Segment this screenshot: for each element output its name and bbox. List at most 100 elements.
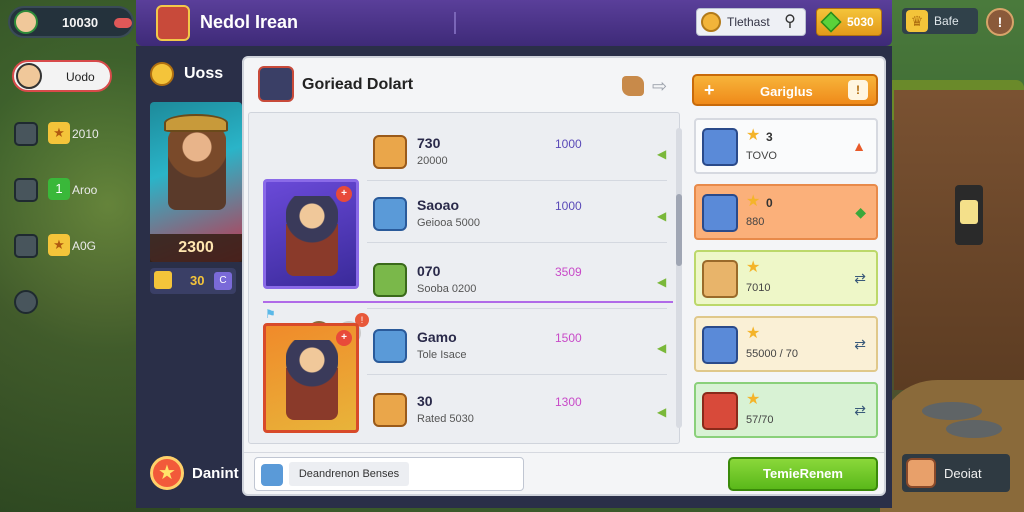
more-options-icon[interactable] xyxy=(114,18,132,28)
shop-button[interactable]: + Gariglus ! xyxy=(692,74,878,106)
chevron-right-icon[interactable]: ◀ xyxy=(657,147,666,161)
reward-sub: 57/70 xyxy=(746,414,774,426)
chevron-right-icon[interactable]: ◀ xyxy=(657,341,666,355)
arrow-icon[interactable]: ◆ xyxy=(855,204,866,221)
item-name: 30 xyxy=(417,393,433,409)
hero-header: Uoss xyxy=(150,62,223,86)
chevron-right-icon[interactable]: ◀ xyxy=(657,209,666,223)
hero-portrait-icon xyxy=(156,5,190,41)
item-sub: Tole Isace xyxy=(417,349,467,361)
crown-value: Bafe xyxy=(934,14,959,28)
player-avatar xyxy=(906,458,936,488)
reward-count: 0 xyxy=(766,196,773,210)
hero-card[interactable]: 2300 xyxy=(150,102,242,262)
dialog-footer: Deandrenon Benses TemieRenem xyxy=(244,452,884,496)
swap-icon[interactable]: ⇄ xyxy=(854,270,866,287)
side-nav-item[interactable]: 1 Aroo xyxy=(12,176,132,206)
list-item[interactable]: 070 Sooba 0200 3509 ◀ xyxy=(367,253,667,309)
reward-card[interactable]: ★ 55000 / 70 ⇄ xyxy=(694,316,878,372)
item-cost: 1500 xyxy=(555,331,582,345)
hero-level-value: 30 xyxy=(190,273,205,288)
hero-thumb xyxy=(702,194,738,232)
reward-sub: TOVO xyxy=(746,150,777,162)
info-icon[interactable]: ! xyxy=(848,80,868,100)
star-icon: ★ xyxy=(746,391,761,408)
list-item[interactable]: Gamo Tole Isace 1500 ◀ xyxy=(367,319,667,375)
title-divider xyxy=(454,12,456,34)
hero-column: Uoss 2300 30 C ★ Danint xyxy=(136,56,242,506)
profile-label: Uodo xyxy=(66,70,95,84)
search-icon xyxy=(261,464,283,486)
swap-icon[interactable]: ⇄ xyxy=(854,336,866,353)
hero-list: + 730 20000 1000 ◀ Saoao Geiooa 5000 100… xyxy=(248,112,680,444)
player-resource-hud[interactable]: 10030 xyxy=(8,6,134,38)
side-nav-label: Aroo xyxy=(72,183,98,197)
bottom-right-hud[interactable]: Deoiat xyxy=(902,454,1010,492)
side-nav-item[interactable]: ★ A0G xyxy=(12,232,132,262)
profile-pill[interactable]: Uodo xyxy=(12,60,112,92)
list-item[interactable]: 30 Rated 5030 1300 ◀ xyxy=(367,383,667,439)
item-icon xyxy=(373,263,407,297)
item-icon xyxy=(373,135,407,169)
hero-thumb xyxy=(702,392,738,430)
gems-counter[interactable]: 5030 xyxy=(816,8,882,36)
reward-sub: 880 xyxy=(746,216,765,228)
star-icon: ★ xyxy=(746,193,761,210)
search-icon[interactable]: ⚲ xyxy=(779,11,801,33)
flag-icon: ⚑ xyxy=(265,307,276,321)
crown-counter[interactable]: ♛ Bafe xyxy=(902,8,978,34)
hero-card-featured[interactable]: + xyxy=(263,323,359,433)
search-input[interactable]: Deandrenon Benses xyxy=(254,457,524,491)
reward-card[interactable]: ★ 7010 ⇄ xyxy=(694,250,878,306)
search-box[interactable]: Tlethast ⚲ xyxy=(696,8,806,36)
chevron-right-icon[interactable]: ◀ xyxy=(657,405,666,419)
reward-card[interactable]: ★ 3 TOVO ▲ xyxy=(694,118,878,174)
list-scrollbar[interactable] xyxy=(676,128,682,428)
chest-icon xyxy=(14,234,38,258)
up-arrow-icon[interactable]: ▲ xyxy=(852,138,866,154)
hand-icon[interactable] xyxy=(622,76,644,96)
hero-header-label: Uoss xyxy=(184,65,224,83)
reward-card[interactable]: ★ 0 880 ◆ xyxy=(694,184,878,240)
lantern-glow xyxy=(960,200,978,224)
coin-icon xyxy=(701,12,721,32)
confirm-button[interactable]: TemieRenem xyxy=(728,457,878,491)
page-title: Nedol Irean xyxy=(200,12,299,32)
player-avatar[interactable] xyxy=(14,10,38,34)
hero-bottom-action[interactable]: ★ Danint xyxy=(150,456,250,492)
resource-value: 10030 xyxy=(62,15,99,30)
side-nav-item[interactable]: ★ 2010 xyxy=(12,120,132,150)
item-cost: 1000 xyxy=(555,199,582,213)
exit-button[interactable]: ! xyxy=(986,8,1014,36)
side-nav: Uodo ★ 2010 1 Aroo ★ A0G xyxy=(0,52,136,332)
side-nav-item[interactable] xyxy=(12,288,132,318)
search-input-value: Deandrenon Benses xyxy=(289,462,409,486)
hero-figure xyxy=(286,340,338,420)
search-label: Tlethast xyxy=(727,15,770,29)
star-icon: ★ xyxy=(746,325,761,342)
arrow-right-icon[interactable]: ⇨ xyxy=(652,76,667,97)
reward-card[interactable]: ★ 57/70 ⇄ xyxy=(694,382,878,438)
hero-thumb xyxy=(702,128,738,166)
item-name: Gamo xyxy=(417,329,457,345)
hero-hat xyxy=(164,114,228,132)
coin-icon xyxy=(150,62,174,86)
chevron-right-icon[interactable]: ◀ xyxy=(657,275,666,289)
gem-icon xyxy=(820,11,842,33)
side-nav-label: A0G xyxy=(72,239,97,253)
swap-icon[interactable]: ⇄ xyxy=(854,402,866,419)
hero-figure xyxy=(168,120,226,210)
item-icon xyxy=(373,197,407,231)
reward-count: 3 xyxy=(766,130,773,144)
scrollbar-thumb[interactable] xyxy=(676,194,682,266)
list-item[interactable]: 730 20000 1000 ◀ xyxy=(367,125,667,181)
rock xyxy=(922,402,982,420)
rewards-column: + Gariglus ! ★ 3 TOVO ▲ ★ 0 880 ◆ ★ 7010… xyxy=(692,74,880,454)
profile-avatar xyxy=(16,63,42,89)
alert-badge: + xyxy=(336,186,352,202)
hero-card-featured[interactable]: + xyxy=(263,179,359,289)
list-item[interactable]: Saoao Geiooa 5000 1000 ◀ xyxy=(367,187,667,243)
reward-sub: 55000 / 70 xyxy=(746,348,798,360)
plus-icon: + xyxy=(704,80,715,100)
banner-icon xyxy=(14,178,38,202)
